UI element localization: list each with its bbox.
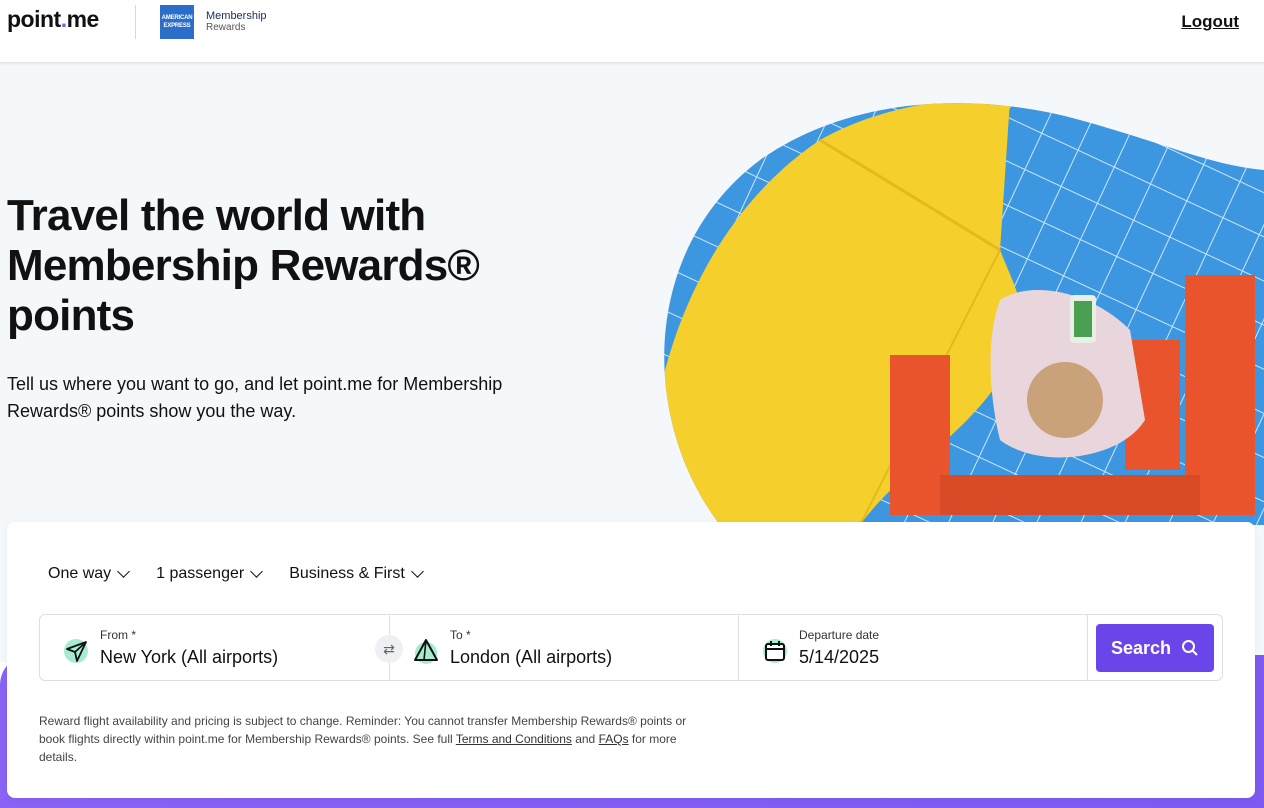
amex-logo: AMERICAN EXPRESS	[160, 5, 194, 39]
passengers-dropdown[interactable]: 1 passenger	[156, 565, 264, 583]
search-icon	[1182, 640, 1198, 656]
top-header: point.me AMERICAN EXPRESS Membership Rew…	[0, 0, 1264, 62]
departure-date-field[interactable]: Departure date 5/14/2025	[739, 615, 1088, 680]
search-button[interactable]: Search	[1096, 624, 1214, 672]
passengers-value: 1 passenger	[156, 565, 245, 582]
disclaimer-and: and	[571, 732, 599, 746]
brand-text: point	[7, 6, 61, 32]
mr-line1: Membership	[206, 10, 267, 22]
cabin-value: Business & First	[289, 565, 405, 582]
cabin-dropdown[interactable]: Business & First	[289, 565, 424, 583]
amex-line2: EXPRESS	[163, 23, 191, 29]
trip-type-dropdown[interactable]: One way	[48, 565, 131, 583]
hero-subline: Tell us where you want to go, and let po…	[7, 374, 503, 421]
search-fields: From * New York (All airports) ⇄ To * Lo…	[39, 614, 1223, 681]
chevron-down-icon	[250, 565, 264, 578]
calendar-icon	[763, 639, 787, 663]
trip-type-value: One way	[48, 565, 112, 582]
membership-rewards-logo: Membership Rewards	[206, 10, 267, 34]
search-options: One way 1 passenger Business & First	[48, 565, 424, 583]
to-value: London (All airports)	[450, 647, 613, 667]
from-field[interactable]: From * New York (All airports) ⇄	[40, 615, 403, 680]
header-divider	[135, 5, 136, 39]
terms-link[interactable]: Terms and Conditions	[456, 732, 572, 746]
to-field[interactable]: To * London (All airports)	[390, 615, 739, 680]
search-button-label: Search	[1110, 637, 1172, 658]
from-value: New York (All airports)	[100, 647, 279, 667]
to-label: To *	[450, 628, 471, 642]
mr-line2: Rewards	[206, 22, 246, 33]
from-label: From *	[100, 628, 136, 642]
send-plane-icon	[64, 639, 88, 663]
disclaimer-text: Reward flight availability and pricing i…	[39, 712, 699, 766]
faq-link[interactable]: FAQs	[599, 732, 629, 746]
chevron-down-icon	[117, 565, 131, 578]
logout-link[interactable]: Logout	[1181, 12, 1239, 32]
chevron-down-icon	[410, 565, 424, 578]
date-value: 5/14/2025	[799, 647, 880, 667]
hero-headline: Travel the world with Membership Rewards…	[7, 191, 480, 340]
brand-tail: me	[66, 6, 100, 32]
amex-line1: AMERICAN	[161, 15, 193, 21]
date-label: Departure date	[799, 628, 880, 642]
triangle-arrival-icon	[414, 639, 438, 664]
pointme-logo[interactable]: point.me	[7, 6, 99, 33]
swap-arrows-icon[interactable]: ⇄	[375, 635, 403, 663]
